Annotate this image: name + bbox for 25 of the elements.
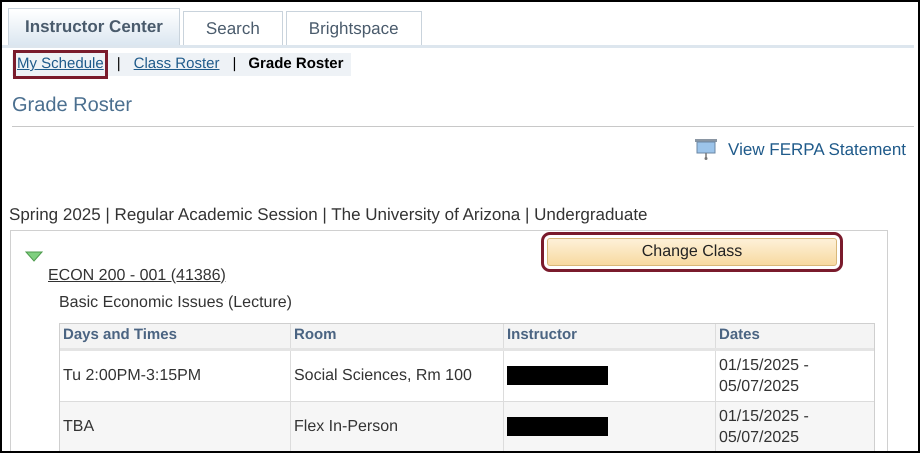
table-cell-text: 01/15/2025 - 05/07/2025	[719, 356, 810, 396]
collapse-triangle-icon[interactable]	[25, 250, 43, 262]
nav-link[interactable]: Class Roster	[132, 53, 220, 76]
separator: |	[232, 54, 236, 74]
tab[interactable]: Search	[182, 11, 283, 45]
column-header: Room	[290, 324, 503, 348]
tab[interactable]: Instructor Center	[8, 8, 180, 45]
column-header: Dates	[715, 324, 874, 348]
nav-link[interactable]: My Schedule	[16, 53, 105, 76]
current-page-label: Grade Roster	[248, 54, 344, 74]
separator: |	[116, 54, 121, 74]
projector-screen-icon	[694, 137, 718, 162]
table-cell-text: Social Sciences, Rm 100	[294, 366, 472, 386]
session-info: Spring 2025 | Regular Academic Session | The University of Arizona | Undergraduate	[9, 205, 648, 224]
column-header: Instructor	[503, 324, 715, 348]
table-cell-text: 01/15/2025 - 05/07/2025	[719, 406, 810, 448]
column-header: Days and Times	[62, 325, 178, 346]
page-title: Grade Roster	[12, 94, 132, 116]
class-link[interactable]: ECON 200 - 001 (41386)	[48, 264, 226, 288]
ferpa-link[interactable]: View FERPA Statement	[728, 136, 906, 162]
table-cell-text: Flex In-Person	[294, 417, 398, 437]
table-cell-text: Tu 2:00PM-3:15PM	[63, 366, 202, 386]
table-cell-text: TBA	[63, 417, 94, 437]
tab[interactable]: Brightspace	[286, 11, 422, 45]
class-description: Basic Economic Issues (Lecture)	[59, 292, 292, 312]
